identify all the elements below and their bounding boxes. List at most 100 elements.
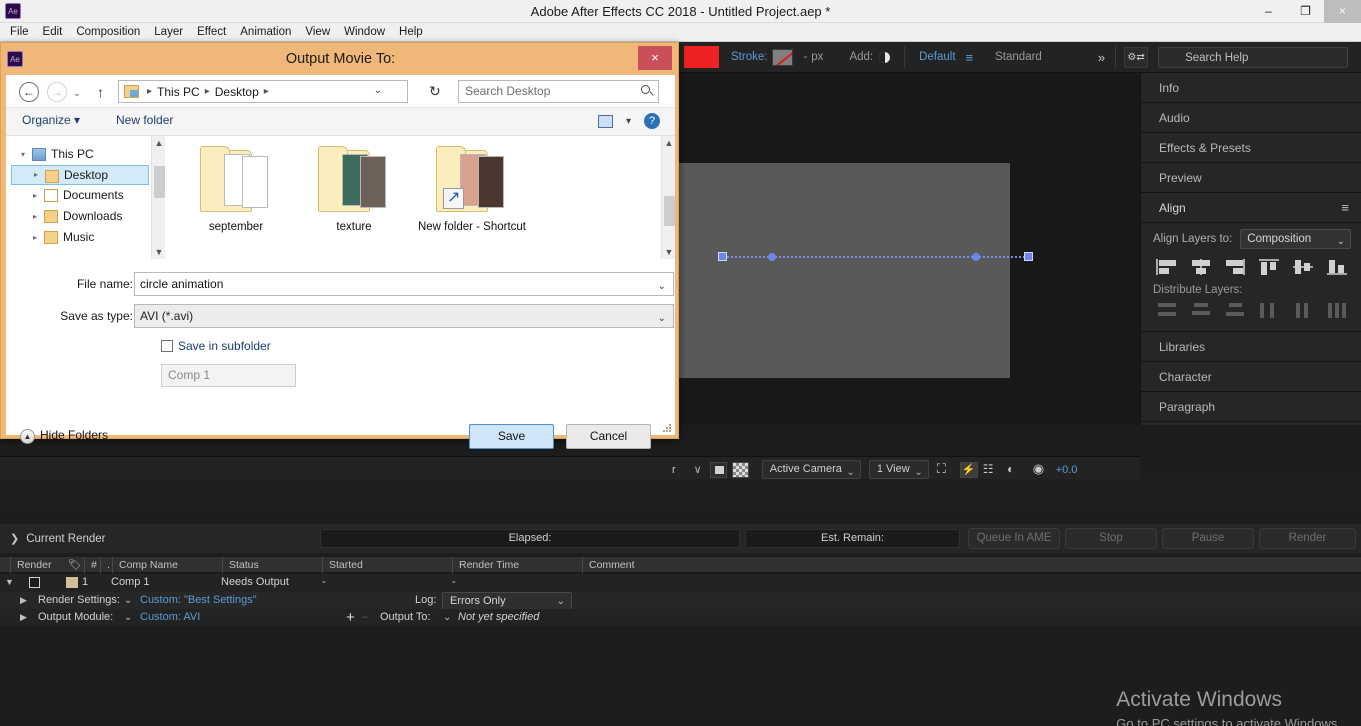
organize-button[interactable]: Organize ▾ bbox=[22, 113, 80, 127]
tree-item-downloads[interactable]: ▸ Downloads bbox=[6, 206, 151, 227]
panel-tab-libraries[interactable]: Libraries bbox=[1141, 332, 1361, 362]
dialog-resize-grip[interactable] bbox=[663, 424, 672, 433]
align-right-icon[interactable] bbox=[1223, 258, 1247, 276]
workspace-default-tab[interactable]: Default bbox=[919, 51, 955, 63]
panel-tab-effects-presets[interactable]: Effects & Presets bbox=[1141, 133, 1361, 163]
stroke-width-value[interactable]: - bbox=[803, 51, 807, 63]
output-module-twirl-icon[interactable]: ▶ bbox=[20, 609, 27, 626]
hide-folders-button[interactable]: ▲ Hide Folders bbox=[21, 428, 108, 442]
new-folder-button[interactable]: New folder bbox=[116, 113, 173, 127]
add-menu-icon[interactable] bbox=[879, 52, 890, 63]
add-output-module-icon[interactable]: + bbox=[346, 609, 355, 626]
align-top-icon[interactable] bbox=[1257, 258, 1281, 276]
queue-in-ame-button[interactable]: Queue In AME bbox=[968, 528, 1060, 549]
active-camera-select[interactable]: Active Camera⌄ bbox=[762, 460, 861, 479]
exposure-icon[interactable]: ◉ bbox=[1033, 462, 1051, 478]
toggle-transparency-grid-icon[interactable] bbox=[732, 462, 749, 478]
pause-button[interactable]: Pause bbox=[1162, 528, 1254, 549]
panel-tab-character[interactable]: Character bbox=[1141, 362, 1361, 392]
dialog-close-button[interactable]: × bbox=[638, 46, 672, 70]
exposure-value[interactable]: +0.0 bbox=[1056, 464, 1078, 476]
render-settings-chevron-down-icon[interactable]: ⌄ bbox=[124, 592, 132, 609]
back-button[interactable]: ← bbox=[19, 82, 39, 102]
breadcrumb-item-desktop[interactable]: Desktop bbox=[215, 85, 259, 99]
up-one-level-button[interactable]: ↑ bbox=[97, 84, 104, 100]
align-panel-menu-icon[interactable]: ≡ bbox=[1341, 193, 1349, 223]
menu-item-animation[interactable]: Animation bbox=[233, 23, 298, 42]
comp-flowchart-icon[interactable]: ◖ bbox=[1006, 462, 1024, 478]
distribute-horizontal-center-icon[interactable] bbox=[1291, 301, 1315, 319]
motion-path-start-keyframe[interactable] bbox=[718, 252, 727, 261]
maximize-button[interactable]: ❐ bbox=[1287, 0, 1324, 23]
menu-item-help[interactable]: Help bbox=[392, 23, 430, 42]
column-render-time[interactable]: Render Time bbox=[452, 557, 582, 573]
align-bottom-icon[interactable] bbox=[1325, 258, 1349, 276]
motion-path-end-keyframe[interactable] bbox=[1024, 252, 1033, 261]
tree-scroll-thumb[interactable] bbox=[154, 166, 165, 198]
align-left-icon[interactable] bbox=[1155, 258, 1179, 276]
close-button[interactable]: × bbox=[1324, 0, 1361, 23]
distribute-bottom-icon[interactable] bbox=[1223, 301, 1247, 319]
tree-scroll-up-icon[interactable]: ▲ bbox=[152, 136, 166, 150]
output-module-value[interactable]: Custom: AVI bbox=[140, 609, 200, 626]
column-comp-name[interactable]: Comp Name bbox=[112, 557, 222, 573]
motion-path-vertex-2[interactable] bbox=[972, 253, 980, 261]
list-item[interactable]: september bbox=[176, 144, 296, 234]
tree-item-documents[interactable]: ▸ Documents bbox=[6, 185, 151, 206]
align-layers-to-select[interactable]: Composition⌄ bbox=[1240, 229, 1351, 249]
workspace-settings-icon[interactable]: ⚙⇄ bbox=[1124, 47, 1148, 68]
save-as-type-select[interactable]: AVI (*.avi)⌄ bbox=[134, 304, 674, 328]
cancel-button[interactable]: Cancel bbox=[566, 424, 651, 449]
change-view-icon[interactable] bbox=[598, 115, 613, 128]
row-twirl-icon[interactable]: ▼ bbox=[5, 574, 14, 591]
panel-tab-audio[interactable]: Audio bbox=[1141, 103, 1361, 133]
align-horizontal-center-icon[interactable] bbox=[1189, 258, 1213, 276]
remove-output-module-icon[interactable]: – bbox=[362, 609, 368, 626]
render-settings-value[interactable]: Custom: "Best Settings" bbox=[140, 592, 257, 609]
row-comp-name[interactable]: Comp 1 bbox=[111, 574, 150, 591]
panel-tab-info[interactable]: Info bbox=[1141, 73, 1361, 103]
menu-item-file[interactable]: File bbox=[3, 23, 36, 42]
file-name-input[interactable]: circle animation⌄ bbox=[134, 272, 674, 296]
distribute-top-icon[interactable] bbox=[1155, 301, 1179, 319]
column-comment[interactable]: Comment bbox=[582, 557, 782, 573]
panel-tab-preview[interactable]: Preview bbox=[1141, 163, 1361, 193]
toggle-mask-paths-icon[interactable] bbox=[710, 462, 727, 478]
list-scroll-up-icon[interactable]: ▲ bbox=[662, 136, 676, 150]
timeline-graph-icon[interactable]: ☷ bbox=[983, 462, 1001, 478]
menu-item-edit[interactable]: Edit bbox=[36, 23, 70, 42]
output-to-chevron-down-icon[interactable]: ⌄ bbox=[443, 609, 451, 626]
list-scroll-thumb[interactable] bbox=[664, 196, 675, 226]
tree-scroll-down-icon[interactable]: ▼ bbox=[152, 245, 166, 259]
region-of-interest-icon[interactable]: ⛶ bbox=[937, 462, 955, 478]
menu-item-composition[interactable]: Composition bbox=[69, 23, 147, 42]
panel-tab-align[interactable]: Align ≡ bbox=[1141, 193, 1361, 223]
music-twirl-icon[interactable]: ▸ bbox=[28, 227, 42, 248]
magnification-value[interactable]: r bbox=[672, 464, 676, 476]
render-settings-twirl-icon[interactable]: ▶ bbox=[20, 592, 27, 609]
minimize-button[interactable]: – bbox=[1250, 0, 1287, 23]
downloads-twirl-icon[interactable]: ▸ bbox=[28, 206, 42, 227]
list-item[interactable]: New folder - Shortcut bbox=[412, 144, 532, 234]
workspace-menu-icon[interactable]: ≡ bbox=[966, 50, 974, 65]
tree-item-this-pc[interactable]: ▾ This PC bbox=[6, 144, 151, 165]
search-desktop-input[interactable]: Search Desktop bbox=[458, 80, 659, 103]
breadcrumb-chevron-down-icon[interactable]: ⌄ bbox=[374, 85, 382, 96]
distribute-vertical-center-icon[interactable] bbox=[1189, 301, 1213, 319]
search-help-input[interactable]: Search Help bbox=[1158, 47, 1348, 68]
fast-previews-icon[interactable]: ⚡ bbox=[960, 462, 978, 478]
save-in-subfolder-checkbox[interactable] bbox=[161, 340, 173, 352]
motion-path[interactable] bbox=[718, 254, 1034, 260]
save-button[interactable]: Save bbox=[469, 424, 554, 449]
column-number[interactable]: # bbox=[84, 557, 100, 573]
views-select[interactable]: 1 View⌄ bbox=[869, 460, 929, 479]
stroke-color-swatch[interactable] bbox=[772, 49, 793, 66]
distribute-left-icon[interactable] bbox=[1257, 301, 1281, 319]
log-select[interactable]: Errors Only⌄ bbox=[442, 592, 572, 610]
magnification-chevron-down-icon[interactable]: ∨ bbox=[694, 463, 702, 476]
menu-item-layer[interactable]: Layer bbox=[147, 23, 190, 42]
tree-scrollbar[interactable]: ▲ ▼ bbox=[151, 136, 165, 259]
documents-twirl-icon[interactable]: ▸ bbox=[28, 185, 42, 206]
stop-button[interactable]: Stop bbox=[1065, 528, 1157, 549]
motion-path-vertex-1[interactable] bbox=[768, 253, 776, 261]
